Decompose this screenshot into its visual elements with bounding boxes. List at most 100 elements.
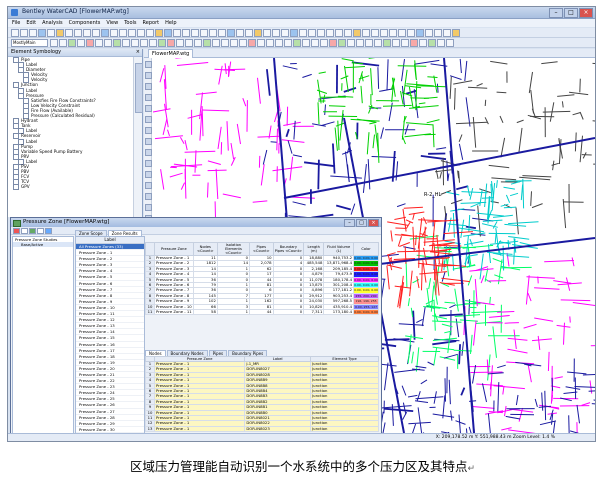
map-tool-icon[interactable] <box>145 72 152 79</box>
toolbar-button-icon[interactable] <box>437 39 445 47</box>
toolbar-button-icon[interactable] <box>272 29 280 37</box>
tree-node-base[interactable]: Base/Active <box>13 242 73 247</box>
column-header[interactable]: Length (m) <box>303 242 325 256</box>
toolbar-button-icon[interactable] <box>371 29 379 37</box>
toolbar-button-icon[interactable] <box>263 29 271 37</box>
map-tool-icon[interactable] <box>145 127 152 134</box>
toolbar-button-icon[interactable] <box>329 39 337 47</box>
delete-icon[interactable] <box>13 228 20 234</box>
toolbar-button-icon[interactable] <box>77 39 85 47</box>
zone-color-cell[interactable]: 0.00, 255, 127 <box>353 303 379 311</box>
toolbar-button-icon[interactable] <box>11 29 19 37</box>
table-row[interactable]: 13 Pressure Zone - 1 DOR-IN8023 Junction <box>145 425 379 433</box>
toolbar-button-icon[interactable] <box>218 29 226 37</box>
toolbar-button-icon[interactable] <box>335 29 343 37</box>
toolbar-button-icon[interactable] <box>452 29 460 37</box>
toolbar-button-icon[interactable] <box>425 29 433 37</box>
maximize-button[interactable]: □ <box>564 8 578 18</box>
toolbar-button-icon[interactable] <box>410 39 418 47</box>
checkbox-icon[interactable] <box>13 184 19 191</box>
toolbar-button-icon[interactable] <box>122 39 130 47</box>
toolbar-button-icon[interactable] <box>173 29 181 37</box>
toolbar-button-icon[interactable] <box>275 39 283 47</box>
new-icon[interactable] <box>21 228 28 234</box>
map-tool-icon[interactable] <box>145 83 152 90</box>
toolbar-button-icon[interactable] <box>317 29 325 37</box>
toolbar-button-icon[interactable] <box>236 29 244 37</box>
toolbar-button-icon[interactable] <box>83 29 91 37</box>
toolbar-button-icon[interactable] <box>29 29 37 37</box>
toolbar-button-icon[interactable] <box>92 29 100 37</box>
toolbar-button-icon[interactable] <box>416 29 424 37</box>
toolbar-button-icon[interactable] <box>326 29 334 37</box>
toolbar-button-icon[interactable] <box>209 29 217 37</box>
toolbar-button-icon[interactable] <box>194 39 202 47</box>
column-header[interactable]: Isolation Elements <Count> <box>216 242 251 256</box>
toolbar-button-icon[interactable] <box>419 39 427 47</box>
toolbar-button-icon[interactable] <box>110 29 118 37</box>
symbology-item[interactable]: GPV <box>8 184 133 191</box>
toolbar-button-icon[interactable] <box>320 39 328 47</box>
toolbar-button-icon[interactable] <box>47 29 55 37</box>
zone-color-cell[interactable]: 0.00, 0.00, 0.00 <box>353 271 379 278</box>
zone-color-cell[interactable]: 196, 196, 255 <box>353 298 379 305</box>
toolbar-button-icon[interactable] <box>164 29 172 37</box>
toolbar-button-icon[interactable] <box>131 39 139 47</box>
map-tool-icon[interactable] <box>145 204 152 211</box>
menu-edit[interactable]: Edit <box>26 19 36 27</box>
toolbar-button-icon[interactable] <box>344 29 352 37</box>
close-icon[interactable]: × <box>136 49 140 56</box>
toolbar-button-icon[interactable] <box>302 39 310 47</box>
toolbar-button-icon[interactable] <box>293 39 301 47</box>
map-tool-icon[interactable] <box>145 171 152 178</box>
menu-file[interactable]: File <box>12 19 20 27</box>
toolbar-button-icon[interactable] <box>311 39 319 47</box>
map-tool-icon[interactable] <box>145 105 152 112</box>
toolbar-button-icon[interactable] <box>266 39 274 47</box>
menu-view[interactable]: View <box>106 19 118 27</box>
minimize-button[interactable]: – <box>549 8 563 18</box>
toolbar-button-icon[interactable] <box>158 39 166 47</box>
toolbar-button-icon[interactable] <box>239 39 247 47</box>
zone-color-cell[interactable]: 0.00, 0.00, 0.00 <box>353 309 379 316</box>
toolbar-button-icon[interactable] <box>362 29 370 37</box>
toolbar-button-icon[interactable] <box>347 39 355 47</box>
menu-tools[interactable]: Tools <box>124 19 136 27</box>
toolbar-button-icon[interactable] <box>113 39 121 47</box>
menu-analysis[interactable]: Analysis <box>42 19 63 27</box>
toolbar-button-icon[interactable] <box>365 39 373 47</box>
column-header[interactable]: Pressure Zone <box>154 242 194 256</box>
toolbar-button-icon[interactable] <box>290 29 298 37</box>
map-tool-icon[interactable] <box>145 138 152 145</box>
zone-color-cell[interactable]: 255, 200, 200 <box>353 292 379 300</box>
toolbar-button-icon[interactable] <box>65 29 73 37</box>
map-tool-icon[interactable] <box>145 160 152 167</box>
map-tool-icon[interactable] <box>145 149 152 156</box>
dialog-minimize-button[interactable]: – <box>344 219 355 227</box>
toolbar-button-icon[interactable] <box>137 29 145 37</box>
toolbar-button-icon[interactable] <box>281 29 289 37</box>
map-tool-icon[interactable] <box>145 94 152 101</box>
toolbar-button-icon[interactable] <box>284 39 292 47</box>
table-row[interactable]: 11 Pressure Zone - 11 58 1 44 0 7,311 173,180.4… <box>145 309 379 316</box>
toolbar-button-icon[interactable] <box>38 29 46 37</box>
help-icon[interactable] <box>45 228 52 234</box>
menu-report[interactable]: Report <box>143 19 160 27</box>
zone-color-cell[interactable]: 0.00, 0.00, 0.00 <box>353 265 379 273</box>
toolbar-button-icon[interactable] <box>146 29 154 37</box>
zone-color-cell[interactable]: 0.00, 0.00, 0.00 <box>353 287 379 294</box>
export-icon[interactable] <box>37 228 44 234</box>
toolbar-button-icon[interactable] <box>95 39 103 47</box>
toolbar-button-icon[interactable] <box>140 39 148 47</box>
toolbar-button-icon[interactable] <box>356 39 364 47</box>
toolbar-button-icon[interactable] <box>56 29 64 37</box>
toolbar-button-icon[interactable] <box>50 39 58 47</box>
menu-help[interactable]: Help <box>165 19 176 27</box>
toolbar-button-icon[interactable] <box>299 29 307 37</box>
toolbar-button-icon[interactable] <box>254 29 262 37</box>
zone-color-cell[interactable]: 0.00, 0.00, 0.00 <box>353 276 379 284</box>
toolbar-button-icon[interactable] <box>380 29 388 37</box>
map-tool-icon[interactable] <box>145 193 152 200</box>
map-tool-icon[interactable] <box>145 61 152 68</box>
toolbar-button-icon[interactable] <box>401 39 409 47</box>
